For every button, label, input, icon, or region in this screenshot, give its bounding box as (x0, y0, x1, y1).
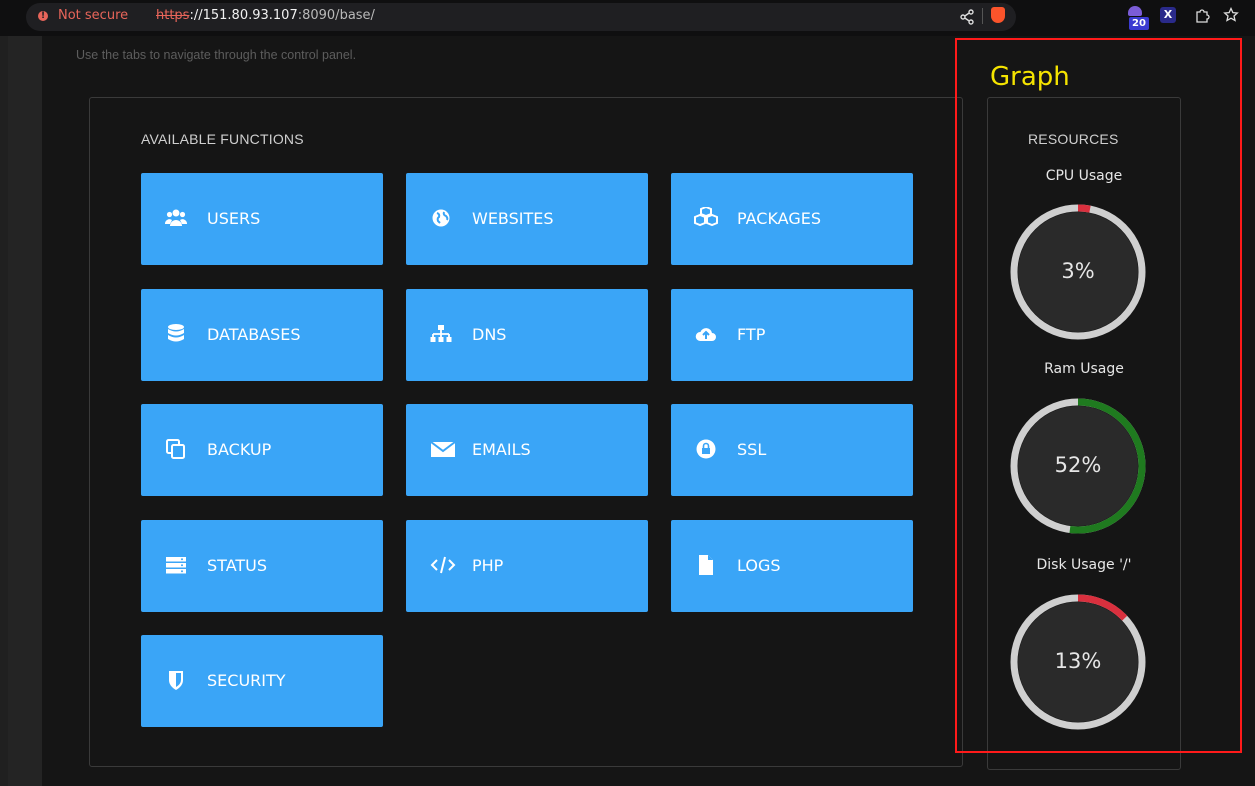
url-scheme: https (156, 8, 190, 23)
websites-label: WEBSITES (472, 209, 554, 228)
extension-x-icon[interactable]: X (1160, 7, 1176, 23)
lock-icon (696, 439, 716, 459)
page-subtitle: Use the tabs to navigate through the con… (76, 48, 357, 62)
ftp-button[interactable]: FTP (671, 289, 913, 381)
dns-button[interactable]: DNS (406, 289, 648, 381)
url-text[interactable]: https://151.80.93.107:8090/base/ (156, 8, 375, 23)
not-secure-label[interactable]: Not secure (58, 8, 128, 23)
window-edge (0, 36, 8, 786)
extension-badge-count: 20 (1129, 17, 1149, 30)
graph-annotation-label: Graph (990, 62, 1070, 92)
php-button[interactable]: PHP (406, 520, 648, 612)
url-path: :8090/base/ (297, 8, 375, 23)
extension-hat-icon (1128, 6, 1142, 16)
server-icon (166, 557, 186, 574)
ssl-label: SSL (737, 440, 767, 459)
databases-button[interactable]: DATABASES (141, 289, 383, 381)
websites-button[interactable]: WEBSITES (406, 173, 648, 265)
puzzle-icon[interactable] (1194, 7, 1210, 23)
backup-button[interactable]: BACKUP (141, 404, 383, 496)
emails-button[interactable]: EMAILS (406, 404, 648, 496)
emails-label: EMAILS (472, 440, 531, 459)
security-button[interactable]: SECURITY (141, 635, 383, 727)
sidebar-strip (8, 36, 42, 786)
functions-title: AVAILABLE FUNCTIONS (141, 131, 304, 147)
database-icon (168, 324, 184, 342)
share-icon[interactable] (959, 9, 975, 25)
address-bar[interactable]: ! Not secure https://151.80.93.107:8090/… (26, 3, 1016, 31)
url-separator (982, 8, 983, 24)
backup-label: BACKUP (207, 440, 272, 459)
users-icon (165, 209, 187, 226)
file-icon (699, 555, 713, 575)
security-label: SECURITY (207, 671, 286, 690)
users-button[interactable]: USERS (141, 173, 383, 265)
status-label: STATUS (207, 556, 268, 575)
ssl-button[interactable]: SSL (671, 404, 913, 496)
sitemap-icon (430, 325, 452, 342)
envelope-icon (430, 441, 456, 457)
dns-label: DNS (472, 325, 507, 344)
graph-annotation-box (955, 38, 1242, 753)
shield-icon (169, 671, 183, 690)
globe-icon (432, 209, 450, 227)
ftp-label: FTP (737, 325, 766, 344)
extension-badge-icon[interactable]: 20 (1125, 6, 1149, 30)
cloud-upload-icon (695, 328, 716, 341)
packages-label: PACKAGES (737, 209, 821, 228)
php-label: PHP (472, 556, 504, 575)
bookmark-star-icon[interactable] (1223, 7, 1239, 23)
code-icon (430, 556, 456, 574)
packages-button[interactable]: PACKAGES (671, 173, 913, 265)
copy-icon (166, 439, 185, 459)
url-host: ://151.80.93.107 (189, 8, 298, 23)
cubes-icon (694, 207, 718, 227)
browser-toolbar: ! Not secure https://151.80.93.107:8090/… (0, 0, 1255, 36)
users-label: USERS (207, 209, 261, 228)
warning-icon[interactable]: ! (38, 11, 48, 21)
brave-shield-icon[interactable] (991, 7, 1005, 23)
logs-label: LOGS (737, 556, 781, 575)
databases-label: DATABASES (207, 325, 301, 344)
status-button[interactable]: STATUS (141, 520, 383, 612)
logs-button[interactable]: LOGS (671, 520, 913, 612)
